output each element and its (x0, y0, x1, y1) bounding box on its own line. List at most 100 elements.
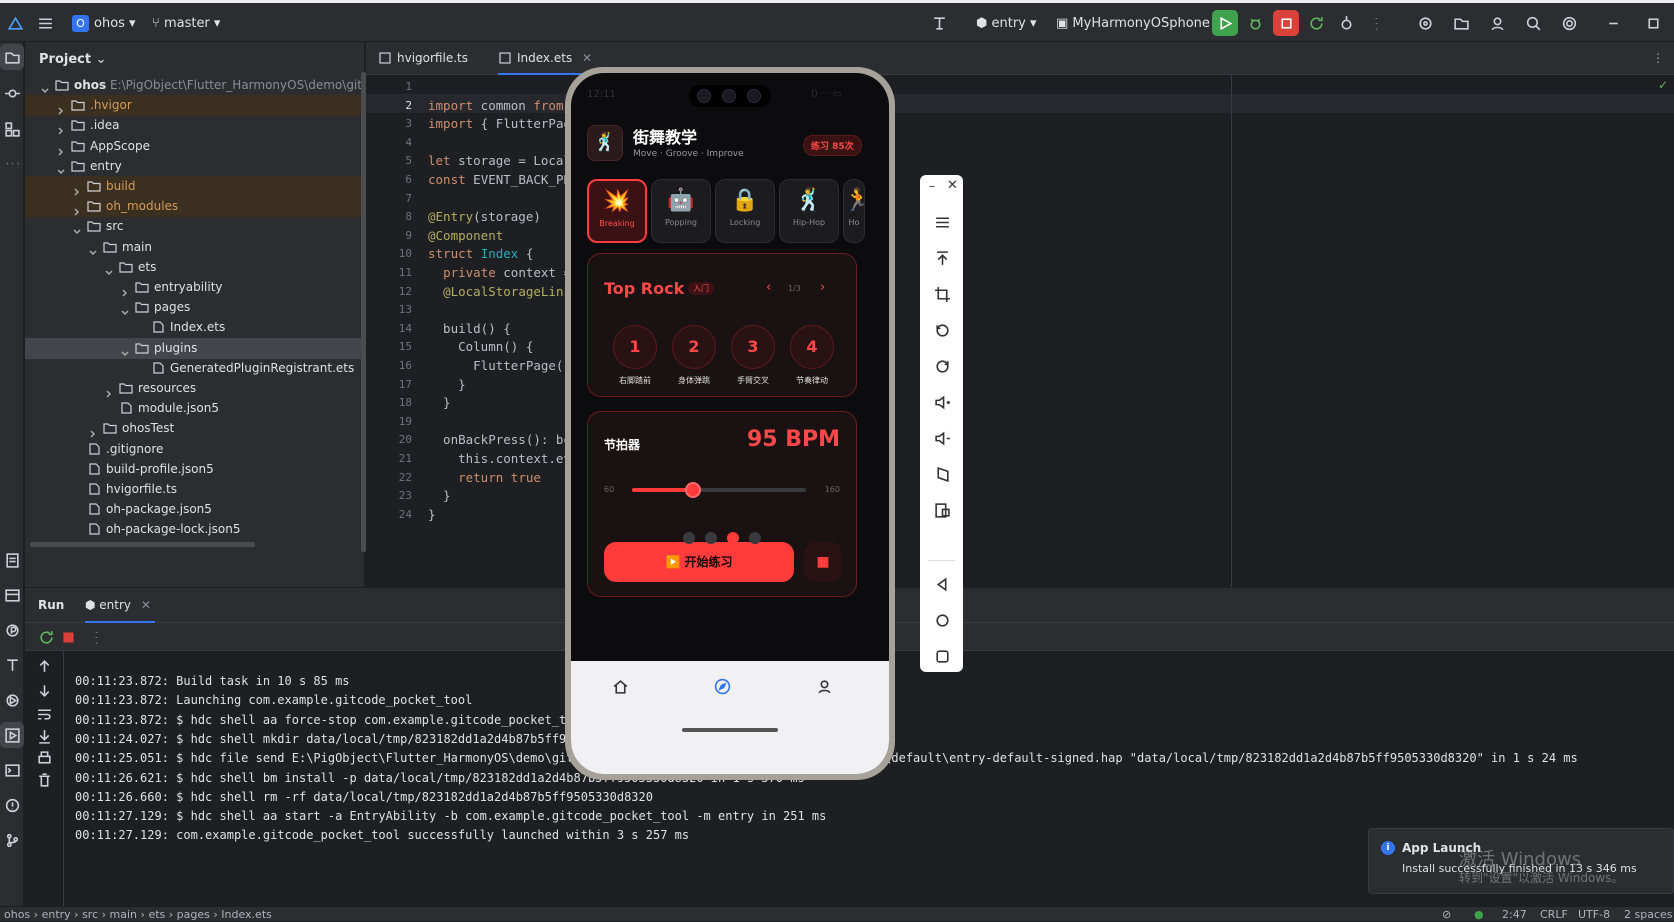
tree-file-item[interactable]: module.json5 (25, 398, 365, 419)
profile-icon[interactable] (811, 673, 837, 699)
tree-folder-item[interactable]: entry (25, 156, 365, 177)
search-icon[interactable] (1520, 10, 1546, 36)
tree-folder-item[interactable]: AppScope (25, 136, 365, 157)
bpm-slider-thumb[interactable] (684, 482, 701, 498)
main-menu-icon[interactable] (32, 10, 58, 36)
category-breaking[interactable]: 💥 Breaking (587, 179, 647, 243)
tab-hvigorfile[interactable]: hvigorfile.ts (378, 42, 468, 75)
crop-icon[interactable] (928, 281, 956, 307)
compass-icon[interactable] (709, 673, 735, 699)
build-icon[interactable] (926, 10, 952, 36)
restore-icon[interactable] (1640, 10, 1666, 36)
chevron-right-icon[interactable] (57, 101, 65, 115)
tree-folder-item[interactable]: build (25, 176, 365, 197)
tree-folder-item[interactable]: ets (25, 257, 365, 278)
category-ho[interactable]: 🏃 Ho (843, 179, 865, 243)
app-launch-notification[interactable]: i App Launch Install successfully finish… (1368, 828, 1674, 894)
breadcrumb-item[interactable]: Index.ets (221, 908, 272, 921)
run-tab-title[interactable]: Run (38, 598, 64, 612)
tree-folder-item[interactable]: .idea (25, 115, 365, 136)
commit-icon[interactable] (0, 80, 24, 106)
chevron-right-icon[interactable] (73, 202, 81, 216)
tree-folder-item[interactable]: resources (25, 378, 365, 399)
step-number[interactable]: 4 (790, 325, 834, 369)
pin-top-icon[interactable] (928, 245, 956, 271)
breadcrumb-item[interactable]: ohos (4, 908, 30, 921)
no-sync-icon[interactable]: ⊘ (1442, 907, 1451, 922)
close-icon[interactable]: ✕ (947, 178, 958, 193)
menu-icon[interactable] (928, 209, 956, 235)
layout-icon[interactable] (0, 582, 24, 608)
category-locking[interactable]: 🔒 Locking (715, 179, 775, 243)
run-config-selector[interactable]: ⬢ entry ▾ (976, 12, 1037, 36)
git-icon[interactable] (0, 827, 24, 853)
code-area[interactable]: import common from import { FlutterPag let… (366, 75, 1674, 587)
settings-gear-icon[interactable] (1556, 10, 1582, 36)
rotate-left-icon[interactable] (928, 317, 956, 343)
tree-folder-item[interactable]: ohos E:\PigObject\Flutter_HarmonyOS\demo… (25, 75, 397, 96)
terminal-icon[interactable] (0, 757, 24, 783)
category-hip-hop[interactable]: 🕺 Hip-Hop (779, 179, 839, 243)
screenshot-icon[interactable] (928, 497, 956, 523)
tree-folder-item[interactable]: oh_modules (25, 196, 365, 218)
tree-folder-item[interactable]: ohosTest (25, 418, 365, 439)
tree-folder-item[interactable]: main (25, 237, 365, 258)
home-indicator[interactable] (682, 728, 778, 732)
tree-file-item[interactable]: build-profile.json5 (25, 459, 365, 480)
structure-icon[interactable] (0, 116, 24, 142)
volume-down-icon[interactable] (928, 425, 956, 451)
account-icon[interactable] (1484, 10, 1510, 36)
chevron-right-icon[interactable] (73, 182, 81, 196)
device-selector[interactable]: ▣ MyHarmonyOSphone ▾ (1056, 12, 1221, 36)
breadcrumb-item[interactable]: ets (148, 908, 165, 921)
chevron-down-icon[interactable] (57, 162, 65, 174)
tree-file-item[interactable]: GeneratedPluginRegistrant.ets (25, 358, 365, 379)
tab-index-ets[interactable]: Index.ets ✕ (498, 42, 593, 75)
back-icon[interactable] (928, 571, 956, 597)
breadcrumb-item[interactable]: pages (177, 908, 210, 921)
profiler-icon[interactable] (0, 617, 24, 643)
problems-icon[interactable] (0, 792, 24, 818)
breadcrumb-item[interactable]: entry (42, 908, 71, 921)
project-view-icon[interactable] (0, 44, 24, 70)
minimize-icon[interactable]: – (929, 179, 935, 193)
run-icon[interactable] (1212, 10, 1238, 36)
stop-icon[interactable] (1273, 10, 1299, 36)
device-manager-icon[interactable] (1448, 10, 1474, 36)
rerun-icon[interactable] (1303, 10, 1329, 36)
category-popping[interactable]: 🤖 Popping (651, 179, 711, 243)
file-encoding[interactable]: UTF-8 (1578, 907, 1610, 922)
tab-more-icon[interactable]: ⋮ (1652, 51, 1664, 65)
tree-folder-item[interactable]: plugins (25, 337, 365, 359)
minimize-icon[interactable] (1600, 10, 1626, 36)
build-tool-icon[interactable] (0, 652, 24, 678)
recents-icon[interactable] (928, 643, 956, 669)
more-tools-icon[interactable] (0, 150, 24, 176)
chevron-down-icon[interactable] (105, 263, 113, 275)
tree-folder-item[interactable]: pages (25, 297, 365, 318)
breadcrumb-item[interactable]: main (110, 908, 137, 921)
project-switcher[interactable]: Oohos ▾ (72, 12, 136, 36)
tree-file-item[interactable]: .gitignore (25, 439, 365, 460)
next-move-chevron-icon[interactable]: › (820, 280, 825, 295)
chevron-down-icon[interactable] (73, 222, 81, 235)
line-ending[interactable]: CRLF (1540, 907, 1568, 922)
volume-up-icon[interactable] (928, 389, 956, 415)
breadcrumb-item[interactable]: src (82, 908, 98, 921)
chevron-right-icon[interactable] (121, 283, 129, 297)
more-actions-icon[interactable] (83, 624, 109, 650)
start-practice-button[interactable]: ▶️ 开始练习 (604, 542, 794, 582)
todo-icon[interactable] (0, 547, 24, 573)
tree-file-item[interactable]: oh-package-lock.json5 (25, 519, 365, 540)
chevron-right-icon[interactable] (105, 384, 113, 398)
bpm-slider[interactable] (632, 482, 806, 498)
home-circle-icon[interactable] (928, 607, 956, 633)
close-tab-icon[interactable]: ✕ (141, 598, 151, 612)
chevron-down-icon[interactable] (121, 344, 129, 356)
step-number[interactable]: 1 (613, 325, 657, 369)
chevron-right-icon[interactable] (57, 121, 65, 135)
attach-debugger-icon[interactable] (1333, 10, 1359, 36)
chevron-right-icon[interactable] (89, 424, 97, 438)
prev-move-chevron-icon[interactable]: ‹ (766, 280, 771, 295)
close-tab-icon[interactable]: ✕ (582, 51, 592, 65)
